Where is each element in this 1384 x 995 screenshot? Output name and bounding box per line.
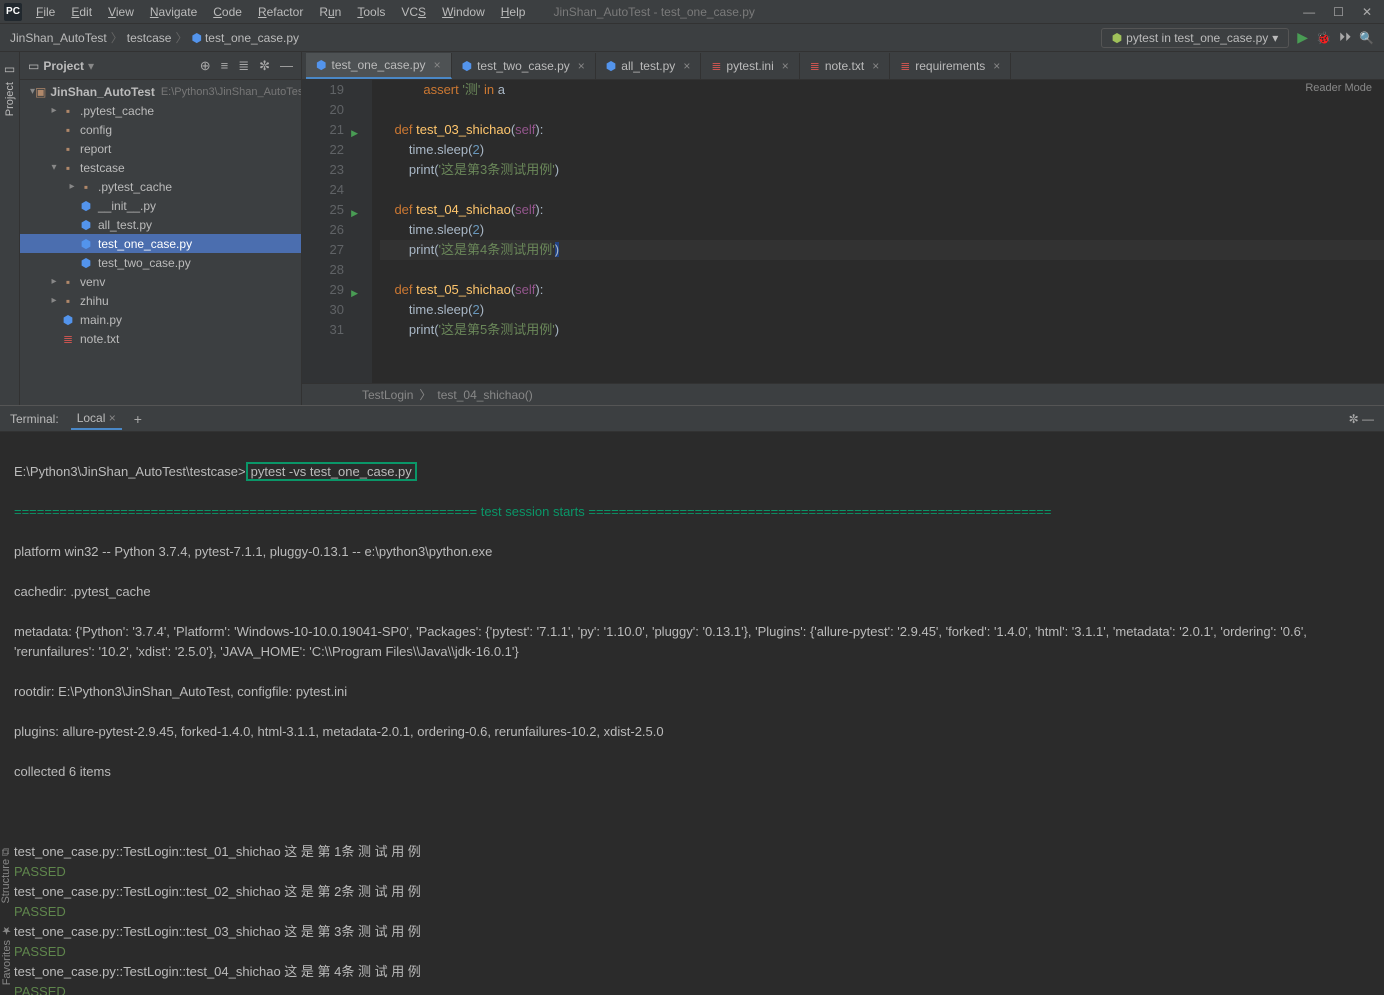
tree-file-init[interactable]: ⬢__init__.py — [20, 196, 301, 215]
tree-folder-config[interactable]: ▪config — [20, 120, 301, 139]
menu-tools[interactable]: Tools — [349, 5, 393, 19]
tree-file-note[interactable]: ≣note.txt — [20, 329, 301, 348]
project-icon: ▭ — [4, 62, 15, 76]
chevron-right-icon: 〉 — [175, 29, 187, 46]
menu-refactor[interactable]: Refactor — [250, 5, 311, 19]
python-file-icon: ⬢ — [191, 31, 201, 45]
menu-vcs[interactable]: VCS — [393, 5, 434, 19]
menubar: PC File Edit View Navigate Code Refactor… — [0, 0, 1384, 24]
close-tab-icon[interactable]: × — [683, 59, 690, 73]
close-icon[interactable]: ✕ — [1362, 5, 1372, 19]
terminal-tab-local[interactable]: Local × — [71, 408, 122, 430]
tab-note[interactable]: ≣note.txt× — [800, 53, 890, 79]
crumb-project[interactable]: JinShan_AutoTest — [10, 31, 107, 45]
tree-file-test-two[interactable]: ⬢test_two_case.py — [20, 253, 301, 272]
app-logo: PC — [4, 3, 22, 21]
editor-tabs: ⬢test_one_case.py× ⬢test_two_case.py× ⬢a… — [302, 52, 1384, 80]
tab-test-two[interactable]: ⬢test_two_case.py× — [452, 53, 596, 79]
close-tab-icon[interactable]: × — [434, 58, 441, 72]
hide-icon[interactable]: — — [280, 58, 293, 74]
pytest-icon: ⬢ — [1112, 31, 1122, 45]
menu-edit[interactable]: Edit — [63, 5, 100, 19]
code-content[interactable]: assert '测' in a def test_03_shichao(self… — [372, 80, 1384, 383]
terminal-output[interactable]: E:\Python3\JinShan_AutoTest\testcase>pyt… — [0, 432, 1384, 995]
menu-navigate[interactable]: Navigate — [142, 5, 205, 19]
tab-all-test[interactable]: ⬢all_test.py× — [596, 53, 702, 79]
terminal-title: Terminal: — [10, 412, 59, 426]
project-view-icon: ▭ — [28, 59, 39, 73]
editor-breadcrumb[interactable]: TestLogin〉test_04_shichao() — [302, 383, 1384, 405]
new-terminal-tab[interactable]: + — [134, 411, 142, 427]
project-panel-title: Project — [43, 59, 84, 73]
menu-file[interactable]: File — [28, 5, 63, 19]
menu-run[interactable]: Run — [311, 5, 349, 19]
chevron-down-icon: ▾ — [1272, 31, 1278, 45]
crumb-folder[interactable]: testcase — [127, 31, 172, 45]
collapse-all-icon[interactable]: ≣ — [238, 58, 249, 74]
close-tab-icon[interactable]: × — [872, 59, 879, 73]
run-button[interactable]: ▶ — [1297, 29, 1308, 46]
window-title: JinShan_AutoTest - test_one_case.py — [553, 5, 754, 19]
code-editor[interactable]: 1920 21▶ 222324 25▶ 262728 29▶ 3031 asse… — [302, 80, 1384, 383]
settings-icon[interactable]: ✼ — [259, 58, 270, 74]
navigation-bar: JinShan_AutoTest 〉 testcase 〉 ⬢ test_one… — [0, 24, 1384, 52]
menu-help[interactable]: Help — [493, 5, 534, 19]
close-tab-icon[interactable]: × — [578, 59, 585, 73]
menu-code[interactable]: Code — [205, 5, 250, 19]
search-icon[interactable]: 🔍 — [1359, 31, 1374, 45]
tree-folder-pytest-cache[interactable]: ▸▪.pytest_cache — [20, 101, 301, 120]
chevron-down-icon[interactable]: ▾ — [88, 59, 94, 73]
structure-tool-tab[interactable]: Structure ⧉ — [0, 848, 20, 904]
more-run-icon[interactable]: ⏵⏵ — [1339, 30, 1351, 45]
tree-folder-venv[interactable]: ▸▪venv — [20, 272, 301, 291]
project-tool-tab[interactable]: ▭ Project — [0, 52, 20, 405]
line-gutter: 1920 21▶ 222324 25▶ 262728 29▶ 3031 — [302, 80, 352, 383]
tab-requirements[interactable]: ≣requirements× — [890, 53, 1011, 79]
tree-file-main[interactable]: ⬢main.py — [20, 310, 301, 329]
tab-pytest-ini[interactable]: ≣pytest.ini× — [701, 53, 799, 79]
favorites-tool-tab[interactable]: Favorites ★ — [0, 924, 20, 985]
close-tab-icon[interactable]: × — [993, 59, 1000, 73]
tree-file-test-one[interactable]: ⬢test_one_case.py — [20, 234, 301, 253]
menu-view[interactable]: View — [100, 5, 142, 19]
menu-window[interactable]: Window — [434, 5, 493, 19]
tree-folder-testcase-cache[interactable]: ▸▪.pytest_cache — [20, 177, 301, 196]
terminal-panel: Terminal: Local × + ✼ — E:\Python3\JinSh… — [0, 405, 1384, 995]
command-highlight: pytest -vs test_one_case.py — [246, 462, 417, 481]
chevron-right-icon: 〉 — [111, 29, 123, 46]
tree-folder-testcase[interactable]: ▾▪testcase — [20, 158, 301, 177]
run-gutter-icon[interactable]: ▶ — [351, 123, 358, 143]
close-tab-icon[interactable]: × — [782, 59, 789, 73]
debug-button[interactable]: 🐞 — [1316, 31, 1331, 45]
reader-mode-label[interactable]: Reader Mode — [1305, 82, 1372, 94]
run-config-dropdown[interactable]: ⬢ pytest in test_one_case.py ▾ — [1101, 28, 1290, 48]
crumb-file[interactable]: test_one_case.py — [205, 31, 299, 45]
run-gutter-icon[interactable]: ▶ — [351, 283, 358, 303]
editor-area: ⬢test_one_case.py× ⬢test_two_case.py× ⬢a… — [302, 52, 1384, 405]
project-panel: ▭ Project ▾ ⊕ ≡ ≣ ✼ — ▾▣JinShan_AutoTest… — [20, 52, 302, 405]
terminal-settings-icon[interactable]: ✼ — — [1349, 412, 1374, 426]
locate-icon[interactable]: ⊕ — [200, 58, 211, 74]
tree-folder-report[interactable]: ▪report — [20, 139, 301, 158]
tree-root[interactable]: ▾▣JinShan_AutoTestE:\Python3\JinShan_Aut… — [20, 82, 301, 101]
project-tree[interactable]: ▾▣JinShan_AutoTestE:\Python3\JinShan_Aut… — [20, 80, 301, 405]
maximize-icon[interactable]: ☐ — [1333, 5, 1344, 19]
tree-file-alltest[interactable]: ⬢all_test.py — [20, 215, 301, 234]
left-bottom-tool-tabs: Structure ⧉ Favorites ★ — [0, 848, 20, 995]
expand-all-icon[interactable]: ≡ — [221, 58, 229, 74]
tree-folder-zhihu[interactable]: ▸▪zhihu — [20, 291, 301, 310]
run-gutter-icon[interactable]: ▶ — [351, 203, 358, 223]
minimize-icon[interactable]: — — [1303, 5, 1315, 19]
tab-test-one[interactable]: ⬢test_one_case.py× — [306, 53, 452, 79]
